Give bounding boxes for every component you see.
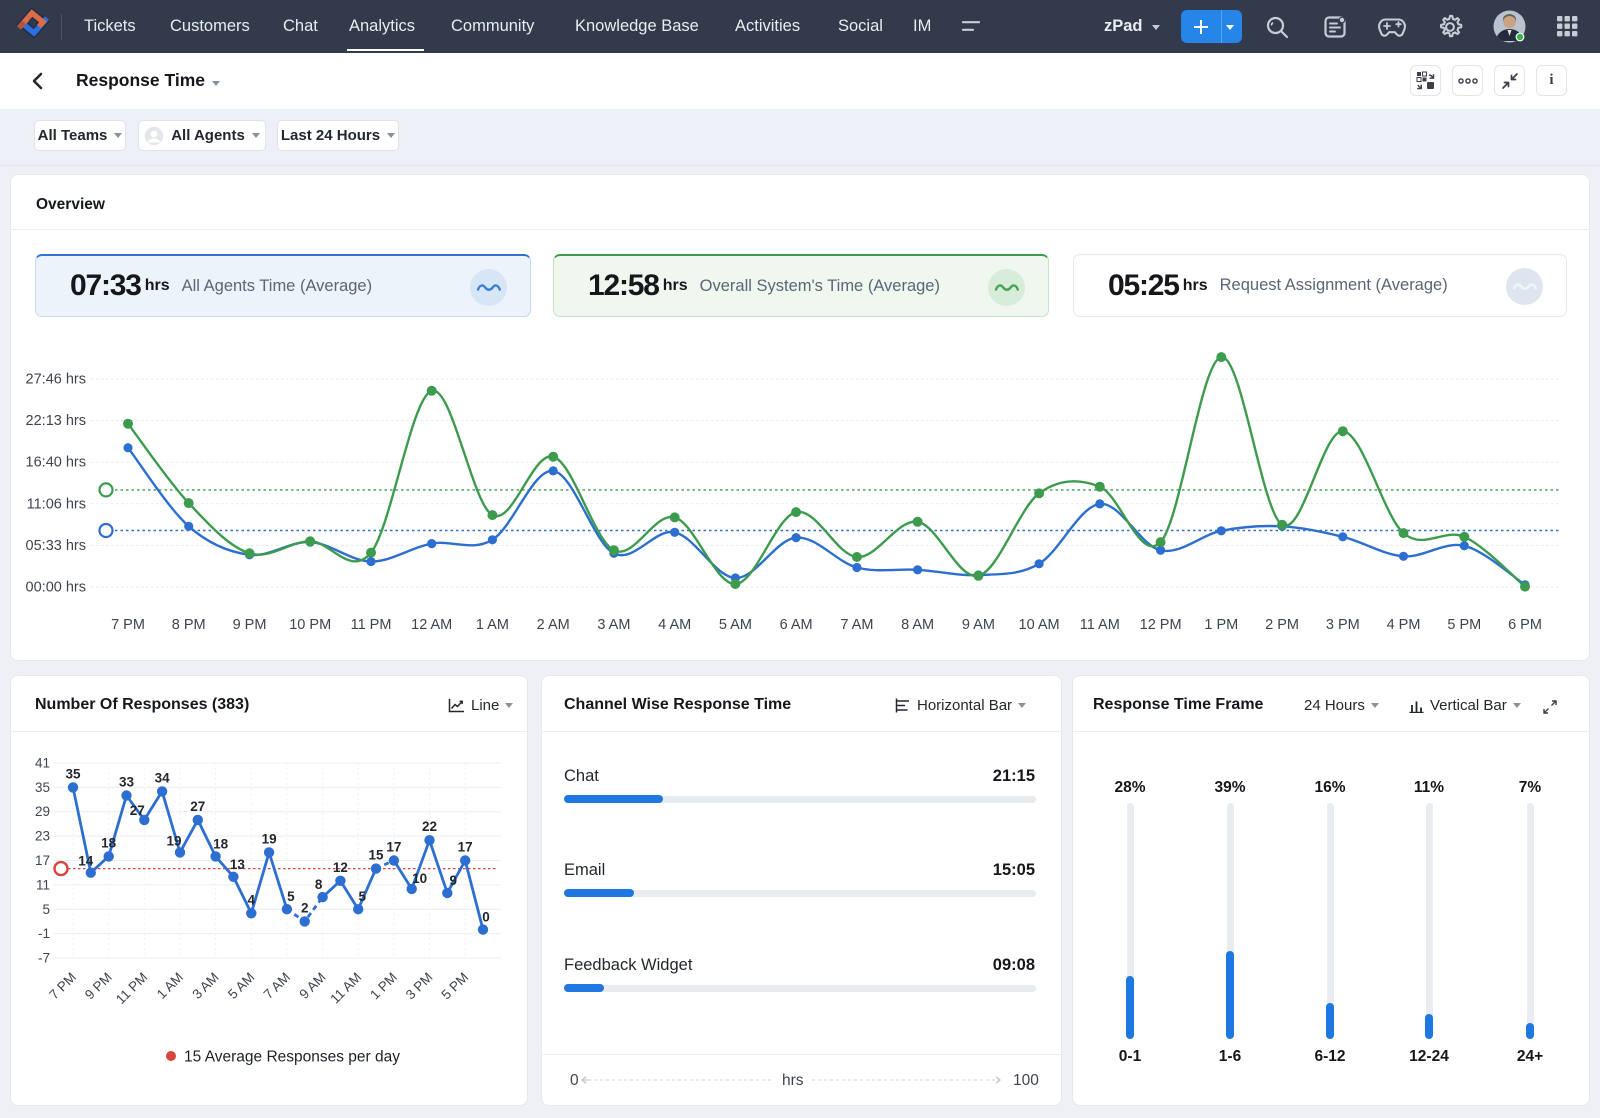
svg-text:11:06 hrs: 11:06 hrs [27, 496, 86, 512]
svg-text:-7: -7 [38, 951, 50, 966]
svg-text:17: 17 [458, 840, 473, 855]
svg-text:10: 10 [412, 871, 427, 886]
svg-text:11: 11 [36, 877, 50, 892]
svg-text:3 PM: 3 PM [1326, 617, 1360, 633]
svg-text:27: 27 [130, 803, 145, 818]
svg-text:0: 0 [482, 910, 490, 925]
svg-text:22: 22 [422, 819, 437, 834]
svg-text:9 AM: 9 AM [962, 617, 995, 633]
svg-text:5 AM: 5 AM [719, 617, 752, 633]
svg-text:14: 14 [78, 854, 94, 869]
svg-text:2 AM: 2 AM [537, 617, 570, 633]
svg-text:35: 35 [35, 780, 50, 795]
svg-text:22:13 hrs: 22:13 hrs [26, 413, 86, 429]
svg-text:4 PM: 4 PM [1387, 617, 1421, 633]
svg-text:1 PM: 1 PM [1204, 617, 1238, 633]
svg-text:17: 17 [35, 853, 50, 868]
svg-text:5 PM: 5 PM [1447, 617, 1481, 633]
svg-text:11 AM: 11 AM [327, 970, 364, 1007]
svg-text:1 PM: 1 PM [367, 970, 400, 1003]
svg-text:5: 5 [42, 902, 50, 917]
svg-text:9 PM: 9 PM [233, 617, 267, 633]
svg-text:34: 34 [155, 770, 171, 785]
svg-text:17: 17 [386, 840, 401, 855]
svg-text:11 PM: 11 PM [351, 617, 392, 633]
svg-text:12 AM: 12 AM [411, 617, 452, 633]
svg-text:11 PM: 11 PM [113, 970, 150, 1007]
svg-text:7 AM: 7 AM [261, 970, 293, 1002]
svg-text:18: 18 [213, 836, 229, 851]
svg-text:7 AM: 7 AM [840, 617, 873, 633]
svg-text:1 AM: 1 AM [154, 970, 186, 1002]
svg-text:8: 8 [315, 877, 323, 892]
svg-text:19: 19 [262, 831, 277, 846]
svg-text:2: 2 [301, 900, 309, 915]
svg-text:05:33 hrs: 05:33 hrs [26, 538, 86, 554]
svg-text:15: 15 [368, 848, 384, 863]
svg-text:2 PM: 2 PM [1265, 617, 1299, 633]
svg-text:16:40 hrs: 16:40 hrs [26, 455, 86, 471]
svg-text:27: 27 [190, 799, 205, 814]
svg-text:9: 9 [450, 873, 458, 888]
svg-text:00:00 hrs: 00:00 hrs [26, 580, 86, 596]
svg-text:9 AM: 9 AM [296, 970, 328, 1002]
svg-text:1 AM: 1 AM [476, 617, 509, 633]
svg-text:5 AM: 5 AM [225, 970, 257, 1002]
svg-text:27:46 hrs: 27:46 hrs [26, 372, 86, 388]
svg-text:6 AM: 6 AM [780, 617, 813, 633]
svg-text:6 PM: 6 PM [1508, 617, 1542, 633]
svg-text:15 Average Responses per day: 15 Average Responses per day [184, 1049, 400, 1066]
svg-text:11 AM: 11 AM [1080, 617, 1120, 633]
svg-text:3 AM: 3 AM [189, 970, 221, 1002]
svg-text:7 PM: 7 PM [46, 970, 79, 1003]
svg-text:7 PM: 7 PM [111, 617, 145, 633]
svg-text:8 AM: 8 AM [901, 617, 934, 633]
svg-text:9 PM: 9 PM [82, 970, 115, 1003]
svg-text:10 AM: 10 AM [1019, 617, 1060, 633]
svg-text:19: 19 [166, 833, 181, 848]
svg-text:12: 12 [333, 860, 348, 875]
svg-text:12 PM: 12 PM [1140, 617, 1182, 633]
svg-text:10 PM: 10 PM [289, 617, 331, 633]
svg-text:18: 18 [101, 835, 117, 850]
svg-text:-1: -1 [38, 926, 50, 941]
svg-text:5: 5 [358, 889, 366, 904]
svg-text:35: 35 [65, 766, 81, 781]
svg-text:3 AM: 3 AM [597, 617, 630, 633]
svg-text:41: 41 [35, 756, 50, 771]
svg-text:13: 13 [230, 857, 246, 872]
svg-text:5: 5 [287, 889, 295, 904]
svg-text:5 PM: 5 PM [438, 970, 471, 1003]
svg-text:29: 29 [35, 804, 50, 819]
svg-text:33: 33 [119, 775, 135, 790]
svg-text:4: 4 [248, 892, 256, 907]
svg-text:8 PM: 8 PM [172, 617, 206, 633]
svg-text:3 PM: 3 PM [403, 970, 436, 1003]
svg-text:23: 23 [35, 829, 50, 844]
svg-text:4 AM: 4 AM [658, 617, 691, 633]
